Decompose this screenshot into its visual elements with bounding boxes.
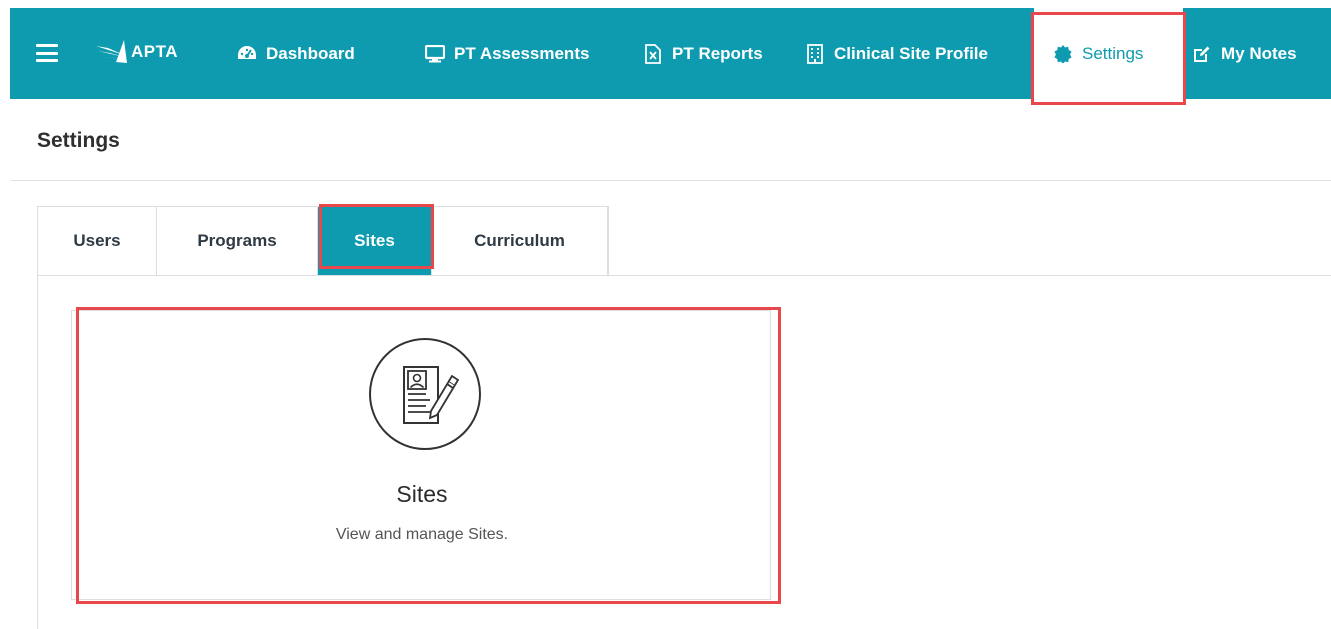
nav-pt-reports[interactable]: PT Reports bbox=[643, 8, 763, 99]
excel-file-icon bbox=[643, 43, 663, 64]
nav-settings[interactable]: Settings bbox=[1034, 8, 1183, 99]
app-frame: APTA Dashboard PT Assessments PT Reports bbox=[10, 8, 1331, 629]
nav-pt-assessments-label: PT Assessments bbox=[454, 43, 590, 63]
nav-pt-assessments[interactable]: PT Assessments bbox=[425, 8, 589, 99]
gear-icon bbox=[1053, 44, 1073, 64]
settings-tabs: Users Programs Sites Curriculum bbox=[37, 206, 609, 275]
top-navbar: APTA Dashboard PT Assessments PT Reports bbox=[10, 8, 1331, 99]
apta-logo[interactable]: APTA bbox=[94, 38, 178, 66]
sites-card[interactable]: Sites View and manage Sites. bbox=[71, 310, 771, 600]
hamburger-menu-icon[interactable] bbox=[36, 44, 58, 62]
page-header: Settings bbox=[10, 99, 1331, 181]
nav-pt-reports-label: PT Reports bbox=[672, 43, 763, 63]
nav-clinical-site-profile-label: Clinical Site Profile bbox=[834, 43, 988, 63]
tab-sites[interactable]: Sites bbox=[318, 207, 432, 275]
nav-my-notes-label: My Notes bbox=[1221, 43, 1297, 63]
profile-document-edit-icon bbox=[368, 337, 482, 451]
tachometer-icon bbox=[237, 44, 257, 64]
tab-panel-border bbox=[37, 275, 38, 629]
nav-dashboard[interactable]: Dashboard bbox=[237, 8, 355, 99]
building-icon bbox=[805, 43, 825, 64]
apta-logo-icon bbox=[96, 40, 127, 63]
logo-text: APTA bbox=[131, 42, 179, 61]
tab-users[interactable]: Users bbox=[38, 207, 157, 275]
nav-dashboard-label: Dashboard bbox=[266, 43, 355, 63]
card-title: Sites bbox=[396, 481, 448, 507]
card-description: View and manage Sites. bbox=[335, 526, 509, 543]
edit-icon bbox=[1192, 44, 1212, 64]
nav-my-notes[interactable]: My Notes bbox=[1192, 8, 1297, 99]
tab-programs[interactable]: Programs bbox=[157, 207, 318, 275]
nav-clinical-site-profile[interactable]: Clinical Site Profile bbox=[805, 8, 988, 99]
tabs-divider bbox=[37, 275, 1331, 276]
monitor-icon bbox=[425, 44, 445, 64]
page-title: Settings bbox=[37, 129, 120, 152]
nav-settings-label: Settings bbox=[1082, 43, 1144, 63]
tab-curriculum[interactable]: Curriculum bbox=[432, 207, 608, 275]
